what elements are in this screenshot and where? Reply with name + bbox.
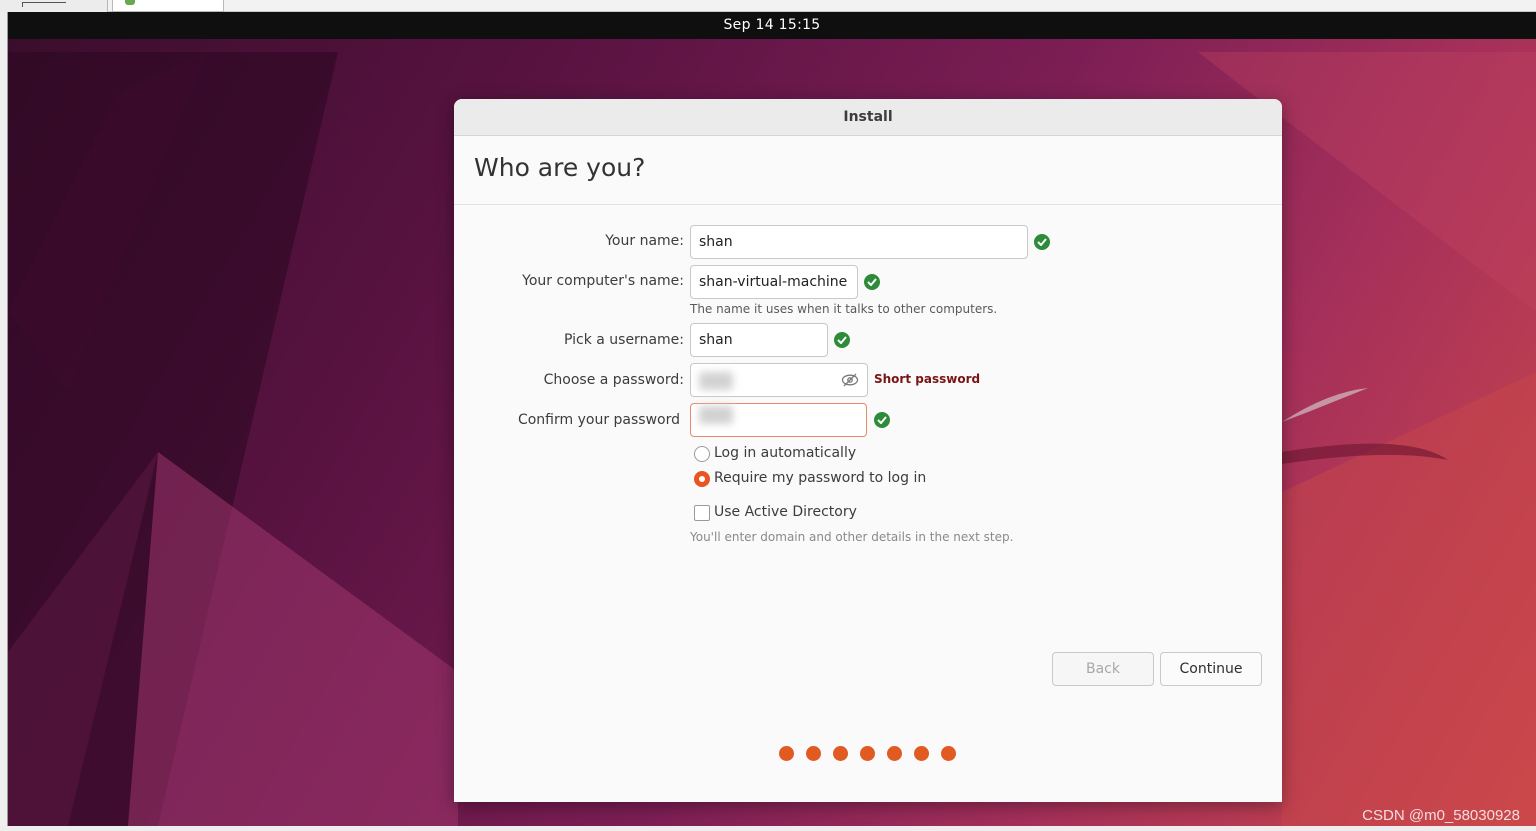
active-directory-label[interactable]: Use Active Directory: [714, 504, 857, 520]
your-name-field[interactable]: shan: [690, 225, 1028, 259]
password-strength: Short password: [874, 372, 981, 386]
confirm-password-mask: [699, 406, 733, 424]
confirm-password-valid-check-icon: [874, 412, 890, 428]
top-bar: Sep 14 15:15: [8, 12, 1536, 39]
your-name-label: Your name:: [605, 233, 684, 249]
log-in-automatically-label[interactable]: Log in automatically: [714, 445, 856, 461]
username-field[interactable]: shan: [690, 323, 828, 357]
host-window-tabstrip: [0, 0, 1536, 12]
radio-log-in-automatically[interactable]: [694, 446, 710, 462]
host-tab-library[interactable]: [0, 0, 108, 12]
require-password-label[interactable]: Require my password to log in: [714, 470, 926, 486]
host-tab-library-icon: [22, 2, 66, 7]
computer-name-field[interactable]: shan-virtual-machine: [690, 265, 858, 299]
dialog-title: Install: [454, 99, 1282, 136]
confirm-password-label: Confirm your password: [517, 412, 680, 428]
host-tab-vm-icon: [125, 0, 135, 5]
host-window-bottom-border: [0, 826, 1536, 831]
computer-name-hint: The name it uses when it talks to other …: [690, 302, 998, 316]
progress-dot: [860, 746, 875, 761]
host-window-left-border: [0, 12, 8, 831]
progress-dot: [887, 746, 902, 761]
active-directory-hint: You'll enter domain and other details in…: [690, 530, 1014, 544]
username-label: Pick a username:: [563, 332, 684, 348]
install-dialog: Install Who are you? Your name: shan You…: [454, 99, 1282, 802]
password-mask: [699, 372, 733, 390]
password-field[interactable]: [690, 363, 868, 397]
heading-area: Who are you?: [454, 136, 1282, 205]
eye-slash-icon[interactable]: [841, 372, 859, 388]
confirm-password-field[interactable]: [690, 403, 867, 437]
progress-dot: [806, 746, 821, 761]
continue-button[interactable]: Continue: [1160, 652, 1262, 686]
back-button[interactable]: Back: [1052, 652, 1154, 686]
computer-name-label: Your computer's name:: [522, 273, 684, 289]
radio-require-password[interactable]: [694, 471, 710, 487]
page-title: Who are you?: [474, 153, 646, 182]
password-label: Choose a password:: [543, 372, 684, 388]
progress-dot: [941, 746, 956, 761]
username-valid-check-icon: [834, 332, 850, 348]
clock[interactable]: Sep 14 15:15: [8, 12, 1536, 39]
host-tab-vm[interactable]: [112, 0, 224, 12]
active-directory-checkbox[interactable]: [694, 505, 710, 521]
your-name-valid-check-icon: [1034, 234, 1050, 250]
progress-dot: [779, 746, 794, 761]
progress-dot: [833, 746, 848, 761]
progress-dot: [914, 746, 929, 761]
watermark: CSDN @m0_58030928: [1362, 807, 1520, 824]
computer-name-valid-check-icon: [864, 274, 880, 290]
